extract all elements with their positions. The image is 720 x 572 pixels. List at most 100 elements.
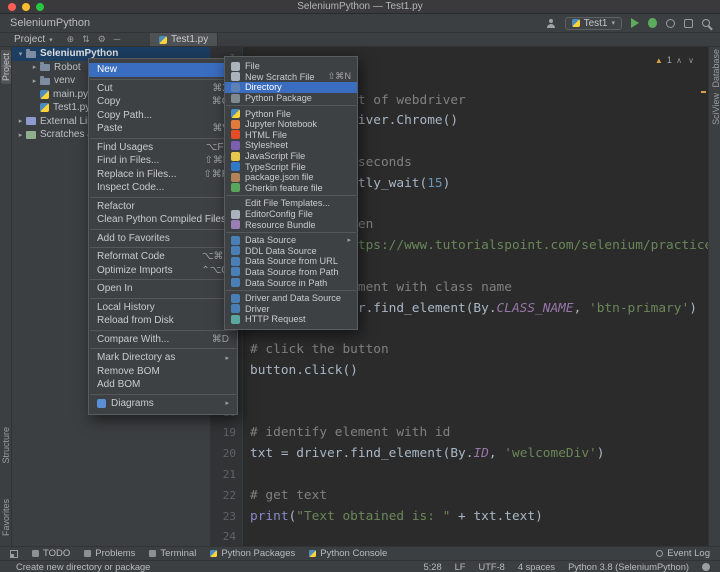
tool-button-project[interactable]: Project	[1, 50, 11, 84]
caret-position[interactable]: 5:28	[424, 562, 442, 572]
menu-item-resource-bundle[interactable]: Resource Bundle	[225, 219, 357, 230]
inspections-level-icon[interactable]	[702, 563, 710, 571]
menu-item-jupyter-notebook[interactable]: Jupyter Notebook	[225, 119, 357, 130]
search-everywhere-icon[interactable]	[702, 19, 710, 27]
close-window-button[interactable]	[8, 3, 16, 11]
tool-button-database[interactable]: Database	[711, 49, 720, 88]
tool-button-terminal[interactable]: Terminal	[149, 548, 196, 559]
line-separator[interactable]: LF	[455, 562, 466, 572]
menu-item-driver[interactable]: Driver	[225, 303, 357, 314]
line-number[interactable]: 24	[211, 527, 243, 546]
menu-item-cut[interactable]: Cut⌘X	[89, 82, 237, 96]
menu-item-new[interactable]: New▸	[89, 63, 237, 77]
menu-item-refactor[interactable]: Refactor▸	[89, 200, 237, 214]
menu-item-inspect-code[interactable]: Inspect Code...	[89, 181, 237, 195]
code-text[interactable]: txt = driver.find_element(By.ID, 'welcom…	[243, 444, 604, 465]
line-number[interactable]: 23	[211, 507, 243, 528]
tool-button-favorites[interactable]: Favorites	[1, 499, 11, 536]
menu-item-remove-bom[interactable]: Remove BOM	[89, 365, 237, 379]
menu-item-file[interactable]: File	[225, 61, 357, 72]
tool-window-switcher-icon[interactable]	[10, 550, 18, 558]
menu-item-replace-in-files[interactable]: Replace in Files...⇧⌘R	[89, 168, 237, 182]
line-number[interactable]: 22	[211, 486, 243, 507]
project-pane-title[interactable]: Project	[14, 34, 45, 45]
menu-item-html-file[interactable]: HTML File	[225, 130, 357, 141]
code-text[interactable]: print("Text obtained is: " + txt.text)	[243, 507, 543, 528]
line-number[interactable]: 21	[211, 465, 243, 486]
menu-item-python-file[interactable]: Python File	[225, 108, 357, 119]
code-text[interactable]: # identify element with id	[243, 423, 450, 444]
indent-style[interactable]: 4 spaces	[518, 562, 555, 572]
menu-item-add-to-favorites[interactable]: Add to Favorites▸	[89, 232, 237, 246]
menu-item-optimize-imports[interactable]: Optimize Imports⌃⌥O	[89, 264, 237, 278]
python-interpreter[interactable]: Python 3.8 (SeleniumPython)	[568, 562, 689, 572]
code-text[interactable]	[243, 527, 250, 546]
tool-button-python-packages[interactable]: Python Packages	[210, 548, 295, 559]
menu-item-open-in[interactable]: Open In▸	[89, 282, 237, 296]
menu-item-package-json-file[interactable]: package.json file	[225, 172, 357, 183]
menu-item-find-usages[interactable]: Find Usages⌥F7	[89, 141, 237, 155]
settings-gear-icon[interactable]: ⚙	[98, 34, 106, 45]
menu-item-data-source[interactable]: Data Source▸	[225, 235, 357, 246]
line-number[interactable]: 20	[211, 444, 243, 465]
zoom-window-button[interactable]	[36, 3, 44, 11]
select-opened-file-icon[interactable]: ⊕	[67, 34, 75, 45]
line-number[interactable]: 19	[211, 423, 243, 444]
code-text[interactable]: # get text	[243, 486, 327, 507]
code-text[interactable]: button.click()	[243, 361, 358, 382]
tool-button-event-log[interactable]: Event Log	[656, 548, 710, 559]
menu-item-diagrams[interactable]: Diagrams▸	[89, 397, 237, 411]
code-text[interactable]	[243, 403, 250, 424]
bundle-icon	[231, 220, 240, 229]
code-text[interactable]	[243, 465, 250, 486]
run-config-selector[interactable]: Test1 ▾	[565, 17, 622, 30]
tool-button-structure[interactable]: Structure	[1, 427, 11, 464]
menu-item-ddl-data-source[interactable]: DDL Data Source	[225, 246, 357, 257]
tab-test1-py[interactable]: Test1.py	[150, 33, 218, 46]
menu-item-http-request[interactable]: HTTP Request	[225, 314, 357, 325]
menu-item-copy[interactable]: Copy⌘C	[89, 95, 237, 109]
menu-item-stylesheet[interactable]: Stylesheet	[225, 140, 357, 151]
coverage-button[interactable]	[666, 19, 675, 28]
menu-item-edit-file-templates[interactable]: Edit File Templates...	[225, 198, 357, 209]
menu-item-compare-with[interactable]: Compare With...⌘D	[89, 333, 237, 347]
expand-all-icon[interactable]: ⇅	[82, 34, 90, 45]
menu-item-clean-python-compiled-files[interactable]: Clean Python Compiled Files	[89, 213, 237, 227]
tool-label: TODO	[43, 548, 70, 559]
menu-item-python-package[interactable]: Python Package	[225, 93, 357, 104]
minimize-window-button[interactable]	[22, 3, 30, 11]
run-button[interactable]	[631, 18, 639, 28]
tool-button-python-console[interactable]: Python Console	[309, 548, 387, 559]
menu-item-find-in-files[interactable]: Find in Files...⇧⌘F	[89, 154, 237, 168]
menu-item-gherkin-feature-file[interactable]: Gherkin feature file	[225, 183, 357, 194]
code-text[interactable]: # click the button	[243, 340, 389, 361]
menu-item-add-bom[interactable]: Add BOM	[89, 378, 237, 392]
menu-item-directory[interactable]: Directory	[225, 82, 357, 93]
tool-button-problems[interactable]: Problems	[84, 548, 135, 559]
menu-item-mark-directory-as[interactable]: Mark Directory as▸	[89, 351, 237, 365]
inspections-widget[interactable]: ▲ 1 ∧ ∨	[655, 55, 696, 66]
menu-item-editorconfig-file[interactable]: EditorConfig File	[225, 209, 357, 220]
menu-item-data-source-in-path[interactable]: Data Source in Path	[225, 277, 357, 288]
menu-item-paste[interactable]: Paste⌘V	[89, 122, 237, 136]
menu-item-copy-path[interactable]: Copy Path...	[89, 109, 237, 123]
menu-item-reformat-code[interactable]: Reformat Code⌥⌘L	[89, 250, 237, 264]
user-icon[interactable]	[546, 19, 556, 28]
hide-panel-icon[interactable]: ─	[114, 34, 120, 45]
menu-item-typescript-file[interactable]: TypeScript File	[225, 161, 357, 172]
profiler-button[interactable]	[684, 19, 693, 28]
menu-item-javascript-file[interactable]: JavaScript File	[225, 151, 357, 162]
tool-button-sciview[interactable]: SciView	[711, 93, 720, 125]
debug-button[interactable]	[648, 18, 657, 28]
menu-item-driver-and-data-source[interactable]: Driver and Data Source	[225, 293, 357, 304]
file-encoding[interactable]: UTF-8	[479, 562, 505, 572]
menu-item-data-source-from-url[interactable]: Data Source from URL	[225, 256, 357, 267]
menu-item-reload-from-disk[interactable]: Reload from Disk	[89, 314, 237, 328]
tool-button-todo[interactable]: TODO	[32, 548, 70, 559]
code-text[interactable]	[243, 382, 250, 403]
menu-item-data-source-from-path[interactable]: Data Source from Path	[225, 267, 357, 278]
menu-item-new-scratch-file[interactable]: New Scratch File⇧⌘N	[225, 72, 357, 83]
nav-row: Project ▾ ⊕ ⇅ ⚙ ─ Test1.py	[0, 33, 720, 47]
menu-item-local-history[interactable]: Local History▸	[89, 301, 237, 315]
project-breadcrumb[interactable]: SeleniumPython	[10, 17, 90, 29]
